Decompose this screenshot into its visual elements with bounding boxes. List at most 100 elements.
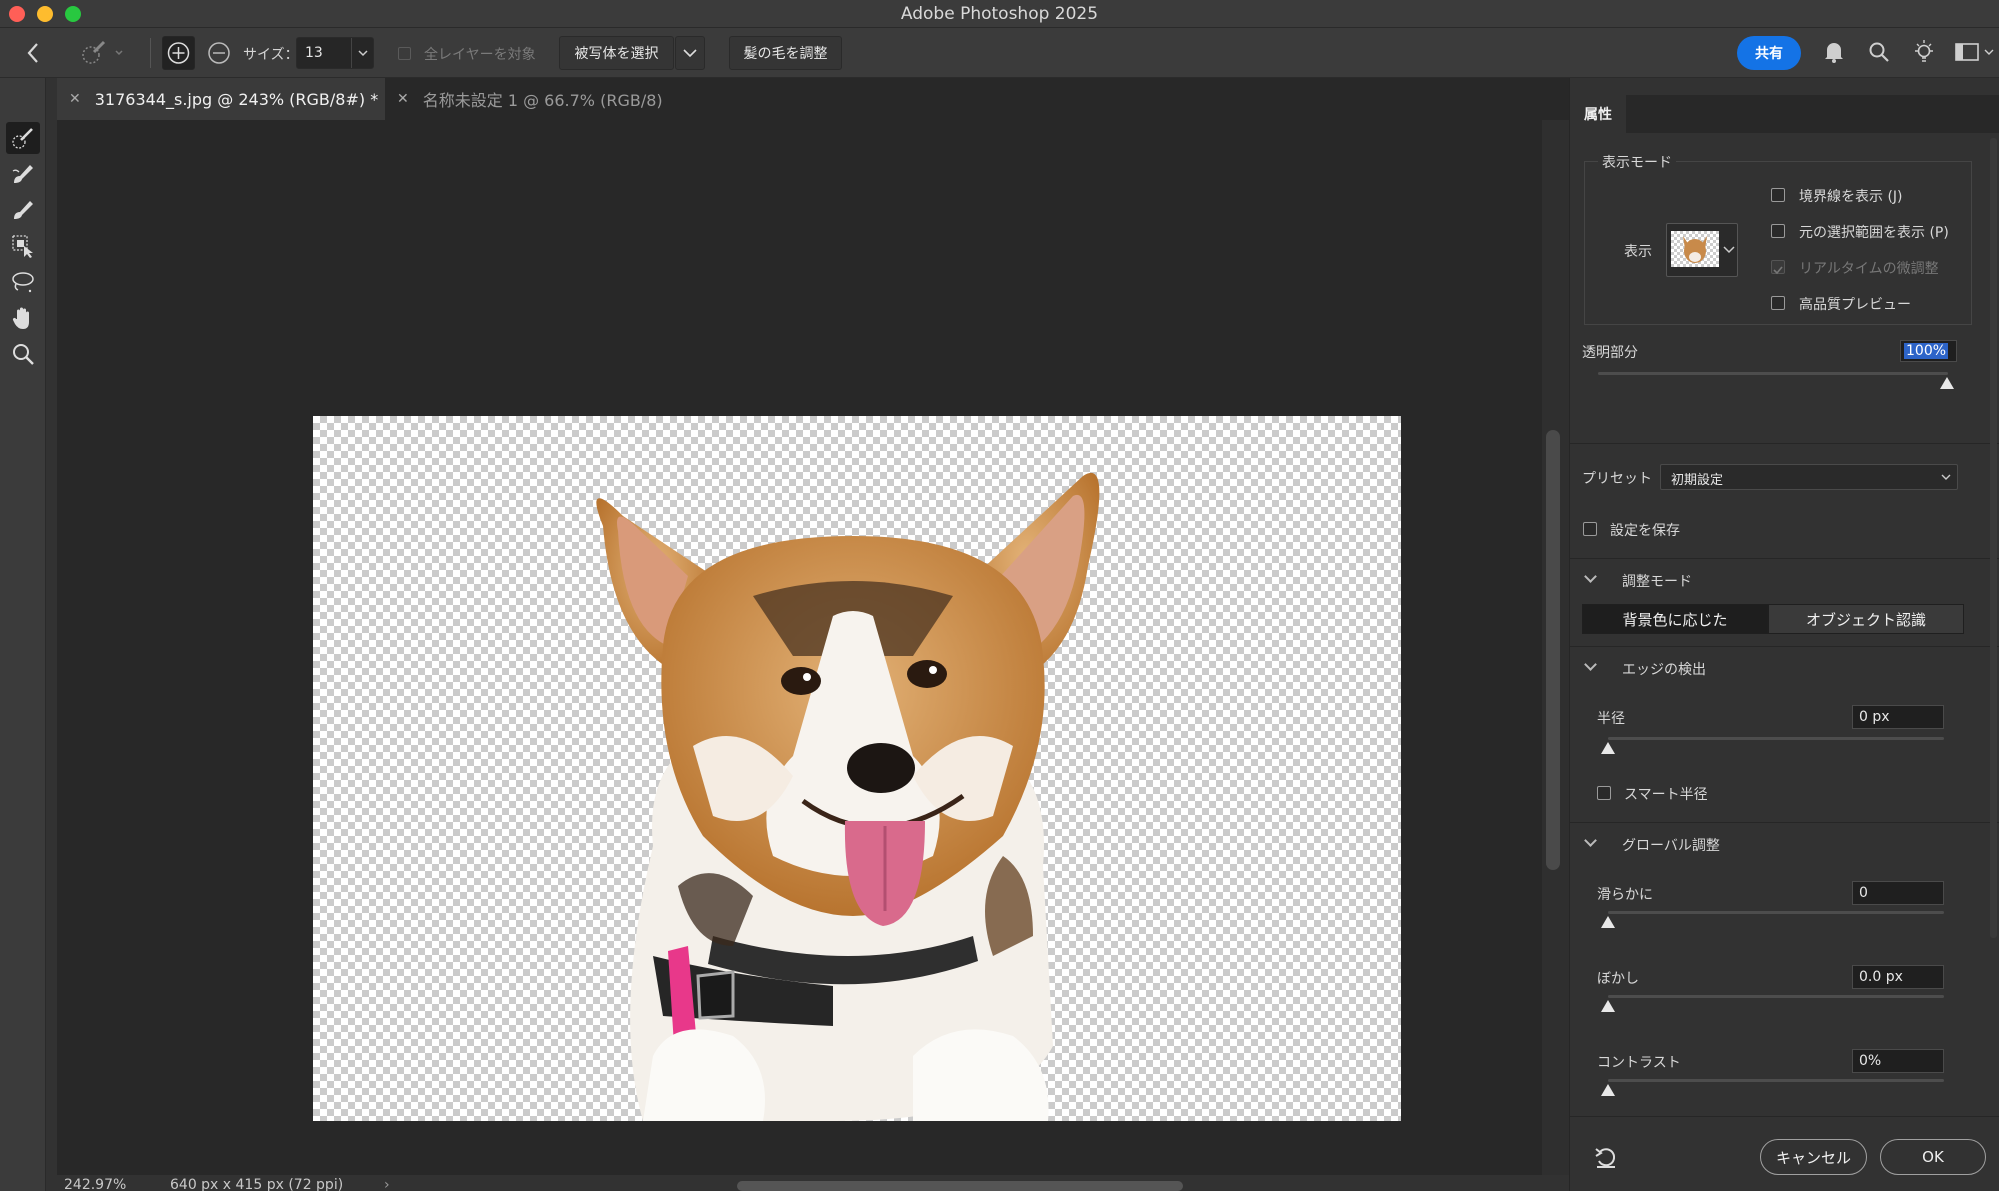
radius-slider-thumb[interactable]: [1601, 742, 1615, 754]
all-layers-label: 全レイヤーを対象: [424, 47, 536, 63]
view-mode-thumbnail: [1671, 231, 1719, 267]
high-quality-preview-label: 高品質プレビュー: [1799, 297, 1911, 313]
transparency-slider-thumb[interactable]: [1940, 377, 1954, 389]
radius-input[interactable]: 0 px: [1852, 705, 1944, 729]
select-subject-dropdown[interactable]: [675, 36, 705, 70]
smooth-label: 滑らかに: [1597, 887, 1653, 903]
global-refinements-label: グローバル調整: [1622, 838, 1720, 854]
share-button[interactable]: 共有: [1737, 36, 1801, 70]
quick-selection-brush-icon[interactable]: [80, 40, 124, 70]
preset-label: プリセット: [1582, 471, 1652, 487]
smooth-slider-thumb[interactable]: [1601, 916, 1615, 928]
feather-slider-track[interactable]: [1608, 995, 1944, 998]
show-edge-checkbox[interactable]: [1771, 188, 1785, 202]
panel-scrollbar[interactable]: [1990, 138, 1997, 938]
tab-label: 3176344_s.jpg @ 243% (RGB/8#) *: [94, 89, 379, 109]
horizontal-scrollbar-thumb[interactable]: [737, 1181, 1183, 1191]
corgi-image: [596, 472, 1100, 1121]
ok-button[interactable]: OK: [1880, 1139, 1986, 1175]
lasso-tool[interactable]: [6, 266, 40, 298]
show-original-label: 元の選択範囲を表示 (P): [1799, 225, 1949, 241]
contrast-label: コントラスト: [1597, 1055, 1681, 1071]
view-mode-label: 表示モード: [1598, 152, 1676, 172]
refine-hair-button[interactable]: 髪の毛を調整: [729, 36, 842, 70]
radius-label: 半径: [1597, 711, 1625, 727]
view-label: 表示: [1624, 244, 1652, 260]
bell-icon[interactable]: [1823, 40, 1845, 68]
refine-mode-object-aware-button[interactable]: オブジェクト認識: [1768, 604, 1964, 634]
refine-edge-brush-tool[interactable]: [6, 158, 40, 190]
chevron-down-icon: [1723, 246, 1735, 254]
size-value: 13: [305, 45, 323, 61]
feather-label: ぼかし: [1597, 971, 1639, 987]
preset-dropdown[interactable]: 初期設定: [1660, 464, 1958, 490]
high-quality-preview-checkbox[interactable]: [1771, 296, 1785, 310]
refine-mode-color-aware-button[interactable]: 背景色に応じた: [1582, 604, 1768, 634]
add-to-selection-button[interactable]: [162, 36, 195, 70]
contrast-slider-thumb[interactable]: [1601, 1084, 1615, 1096]
refine-mode-label: 調整モード: [1622, 574, 1692, 590]
transparency-value: 100%: [1904, 343, 1949, 359]
show-original-checkbox[interactable]: [1771, 224, 1785, 238]
reset-icon[interactable]: [1594, 1146, 1620, 1174]
feather-input[interactable]: 0.0 px: [1852, 965, 1944, 989]
preset-value: 初期設定: [1671, 473, 1724, 488]
size-input[interactable]: 13: [296, 37, 374, 69]
options-bar: サイズ： 13 全レイヤーを対象 被写体を選択 髪の毛を調整 共有: [0, 28, 1999, 78]
smart-radius-checkbox[interactable]: [1597, 786, 1611, 800]
vertical-scrollbar-thumb[interactable]: [1546, 430, 1560, 870]
hand-tool[interactable]: [6, 302, 40, 334]
select-subject-button[interactable]: 被写体を選択: [559, 36, 674, 70]
smooth-slider-track[interactable]: [1608, 911, 1944, 914]
checkmark-icon: [1773, 266, 1783, 275]
save-settings-checkbox[interactable]: [1583, 522, 1597, 536]
document-canvas[interactable]: [313, 416, 1401, 1121]
save-settings-label: 設定を保存: [1610, 523, 1680, 539]
realtime-refinement-label: リアルタイムの微調整: [1799, 261, 1939, 277]
canvas-area[interactable]: [57, 120, 1542, 1175]
chevron-down-icon: [1941, 474, 1951, 480]
all-layers-checkbox[interactable]: [398, 47, 411, 60]
back-arrow-icon[interactable]: [26, 41, 40, 69]
quick-selection-tool[interactable]: [6, 122, 40, 154]
tab-properties[interactable]: 属性: [1570, 95, 1626, 133]
document-info: 640 px x 415 px (72 ppi): [170, 1177, 344, 1191]
realtime-refinement-checkbox: [1771, 260, 1785, 275]
size-label: サイズ：: [243, 47, 299, 63]
radius-slider-track[interactable]: [1608, 737, 1944, 740]
window-title: Adobe Photoshop 2025: [900, 4, 1099, 24]
view-mode-dropdown[interactable]: [1666, 223, 1738, 277]
close-icon[interactable]: ✕: [397, 91, 409, 107]
smart-radius-label: スマート半径: [1624, 787, 1708, 803]
chevron-down-icon[interactable]: [1584, 570, 1597, 583]
contrast-input[interactable]: 0%: [1852, 1049, 1944, 1073]
cancel-button[interactable]: キャンセル: [1760, 1139, 1867, 1175]
transparency-input[interactable]: 100%: [1900, 340, 1957, 362]
object-selection-tool[interactable]: [6, 230, 40, 262]
subtract-from-selection-button[interactable]: [204, 37, 234, 73]
tab-document-1[interactable]: ✕ 3176344_s.jpg @ 243% (RGB/8#) *: [57, 78, 385, 120]
zoom-tool[interactable]: [6, 338, 40, 370]
edge-detection-label: エッジの検出: [1622, 662, 1706, 678]
panel-tab-bar: 属性: [1570, 95, 1999, 133]
tab-label: 名称未設定 1 @ 66.7% (RGB/8): [422, 91, 663, 110]
close-icon[interactable]: ✕: [69, 91, 81, 107]
transparency-slider-track[interactable]: [1598, 372, 1948, 375]
chevron-down-icon[interactable]: [1584, 658, 1597, 671]
chevron-right-icon[interactable]: ›: [384, 1177, 390, 1191]
tools-panel: [0, 78, 46, 1191]
chevron-down-icon[interactable]: [1584, 834, 1597, 847]
zoom-level[interactable]: 242.97%: [64, 1177, 126, 1191]
transparency-label: 透明部分: [1582, 345, 1638, 361]
brush-tool[interactable]: [6, 194, 40, 226]
feather-slider-thumb[interactable]: [1601, 1000, 1615, 1012]
chevron-down-icon[interactable]: [351, 38, 373, 68]
contrast-slider-track[interactable]: [1608, 1079, 1944, 1082]
search-icon[interactable]: [1868, 41, 1890, 67]
workspace-icon[interactable]: [1955, 42, 1995, 66]
lightbulb-icon[interactable]: [1912, 39, 1936, 69]
smooth-input[interactable]: 0: [1852, 881, 1944, 905]
show-edge-label: 境界線を表示 (J): [1799, 189, 1903, 205]
tab-document-2[interactable]: ✕ 名称未設定 1 @ 66.7% (RGB/8): [385, 78, 735, 120]
title-bar: Adobe Photoshop 2025: [0, 0, 1999, 28]
